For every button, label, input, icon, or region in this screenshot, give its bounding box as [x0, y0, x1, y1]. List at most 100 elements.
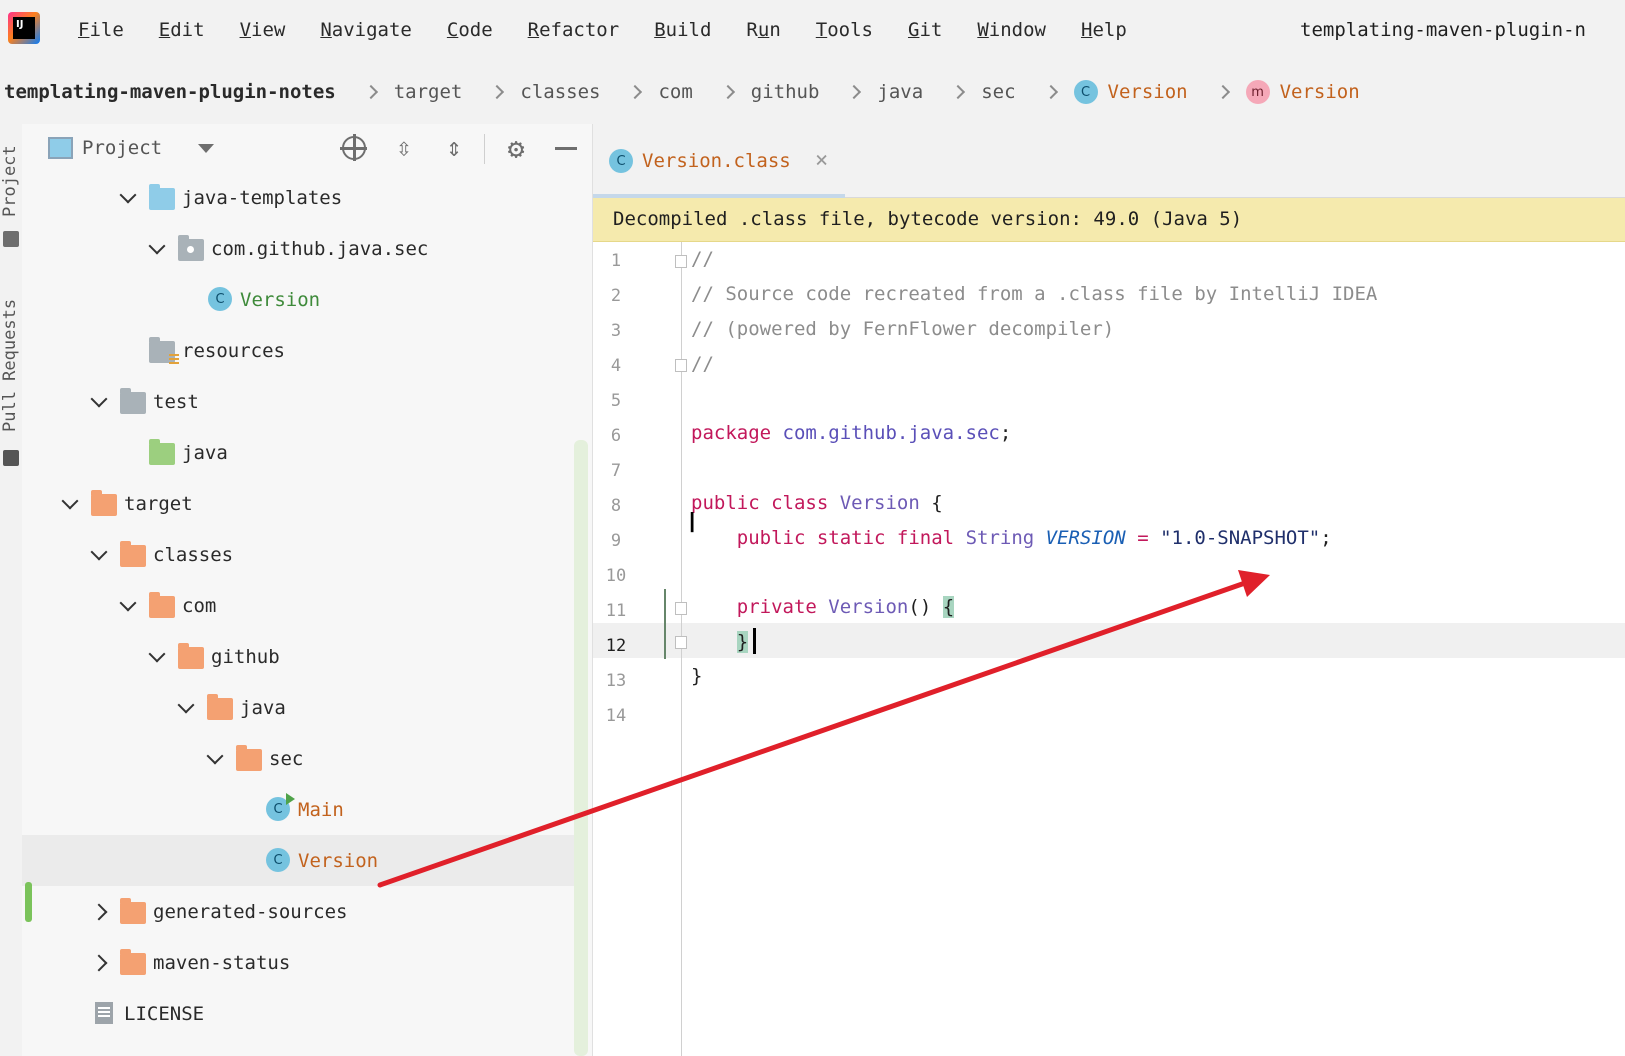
pull-request-icon[interactable]: [3, 450, 19, 466]
chevron-right-icon[interactable]: [90, 903, 108, 921]
code-line-8[interactable]: public class Version {: [691, 492, 943, 514]
chevron-down-icon[interactable]: [198, 144, 214, 153]
tree-node-license[interactable]: LICENSE: [22, 988, 574, 1039]
class-icon: C: [1073, 80, 1098, 104]
code-line-4[interactable]: //: [691, 353, 714, 375]
breadcrumb-item[interactable]: target: [394, 81, 463, 103]
code-line-3[interactable]: // (powered by FernFlower decompiler): [691, 318, 1114, 340]
breadcrumb-item[interactable]: java: [877, 81, 923, 103]
menu-tools[interactable]: Tools: [816, 0, 873, 60]
code-line-9[interactable]: public static final String VERSION = "1.…: [691, 527, 1332, 549]
code-line-6[interactable]: package com.github.java.sec;: [691, 422, 1011, 444]
breadcrumb-method[interactable]: m Version: [1245, 80, 1360, 104]
chevron-down-icon[interactable]: [90, 543, 108, 564]
editor-tab-bar: C Version.class ×: [593, 124, 1625, 198]
tree-node-label: target: [124, 492, 193, 515]
editor-tab-version-class[interactable]: C Version.class ×: [593, 124, 845, 198]
tree-node-test[interactable]: test: [22, 376, 574, 427]
text-caret: [753, 628, 756, 654]
source-folder-icon: [149, 184, 175, 210]
hide-icon[interactable]: [552, 134, 580, 162]
code-line-12[interactable]: }: [691, 631, 749, 653]
chevron-right-icon: [1043, 84, 1058, 100]
tree-node-generated-sources[interactable]: generated-sources: [22, 886, 574, 937]
line-number: 10: [605, 566, 627, 586]
punctuation: (): [908, 596, 932, 618]
decompiled-banner: Decompiled .class file, bytecode version…: [593, 198, 1625, 242]
tree-node-package[interactable]: com.github.java.sec: [22, 223, 574, 274]
tree-node-test-java[interactable]: java: [22, 427, 574, 478]
menu-label: elp: [1092, 19, 1127, 41]
menu-mnemonic: N: [320, 19, 332, 41]
menu-items: File Edit View Navigate Code Refactor Bu…: [78, 0, 1162, 60]
menu-navigate[interactable]: Navigate: [320, 0, 412, 60]
tree-node-label: com.github.java.sec: [211, 237, 429, 260]
tree-node-label: java: [182, 441, 228, 464]
chevron-down-icon[interactable]: [61, 492, 79, 513]
fold-marker-icon[interactable]: [675, 636, 687, 649]
tree-node-main[interactable]: C Main: [22, 784, 574, 835]
code-line-11[interactable]: private Version() {: [691, 596, 955, 618]
tree-node-java-templates[interactable]: java-templates: [22, 172, 574, 223]
locate-icon[interactable]: [340, 134, 368, 162]
tree-scrollbar[interactable]: [574, 440, 588, 1056]
intellij-logo-icon[interactable]: IJ: [8, 12, 40, 44]
code-line-13[interactable]: }: [691, 665, 702, 687]
tree-node-maven-status[interactable]: maven-status: [22, 937, 574, 988]
chevron-down-icon[interactable]: [177, 696, 195, 717]
tree-node-com[interactable]: com: [22, 580, 574, 631]
expand-all-icon[interactable]: ⇳: [390, 133, 418, 163]
fold-marker-icon[interactable]: [675, 359, 687, 372]
project-panel-title[interactable]: Project: [82, 124, 162, 172]
chevron-right-icon: [490, 84, 505, 100]
chevron-down-icon[interactable]: [206, 747, 224, 768]
chevron-down-icon[interactable]: [119, 594, 137, 615]
chevron-right-icon[interactable]: [90, 954, 108, 972]
chevron-down-icon[interactable]: [148, 645, 166, 666]
pull-requests-tool-tab[interactable]: Pull Requests: [0, 290, 22, 440]
line-number-gutter: 1 2 3 4 5 6 7 8 9 10 11 12 13 14: [593, 242, 681, 1056]
menu-view[interactable]: View: [240, 0, 286, 60]
project-tool-tab[interactable]: Project: [0, 138, 22, 224]
keyword: public static final: [736, 527, 955, 549]
menu-refactor[interactable]: Refactor: [528, 0, 620, 60]
menu-run[interactable]: Run: [746, 0, 780, 60]
tree-node-target[interactable]: target: [22, 478, 574, 529]
tree-node-java[interactable]: java: [22, 682, 574, 733]
breadcrumb-root[interactable]: templating-maven-plugin-notes: [4, 81, 336, 103]
close-icon[interactable]: ×: [815, 124, 828, 198]
menu-code[interactable]: Code: [447, 0, 493, 60]
menu-window[interactable]: Window: [977, 0, 1046, 60]
menu-git[interactable]: Git: [908, 0, 942, 60]
fold-marker-icon[interactable]: [675, 602, 687, 615]
menu-label: ode: [458, 19, 493, 41]
code-line-2[interactable]: // Source code recreated from a .class f…: [691, 283, 1377, 305]
menu-mnemonic: R: [527, 19, 540, 41]
menu-help[interactable]: Help: [1081, 0, 1127, 60]
menu-build[interactable]: Build: [654, 0, 711, 60]
tree-node-version-template[interactable]: C Version: [22, 274, 574, 325]
tree-node-resources[interactable]: resources: [22, 325, 574, 376]
collapse-all-icon[interactable]: ⇕: [440, 133, 468, 163]
tree-node-classes[interactable]: classes: [22, 529, 574, 580]
folder-icon[interactable]: [3, 231, 19, 247]
menu-edit[interactable]: Edit: [159, 0, 205, 60]
breadcrumb-item[interactable]: sec: [981, 81, 1015, 103]
menu-mnemonic: E: [158, 19, 171, 41]
chevron-down-icon[interactable]: [148, 237, 166, 258]
tree-node-label: test: [153, 390, 199, 413]
tree-node-sec[interactable]: sec: [22, 733, 574, 784]
tree-node-github[interactable]: github: [22, 631, 574, 682]
chevron-down-icon[interactable]: [90, 390, 108, 411]
breadcrumb-class[interactable]: C Version: [1073, 80, 1188, 104]
breadcrumb-item[interactable]: com: [658, 81, 692, 103]
fold-marker-icon[interactable]: [675, 255, 687, 268]
menu-file[interactable]: File: [78, 0, 124, 60]
chevron-down-icon[interactable]: [119, 186, 137, 207]
breadcrumb-item[interactable]: classes: [520, 81, 600, 103]
tree-node-version-class[interactable]: C Version: [22, 835, 574, 886]
breadcrumb-item[interactable]: github: [751, 81, 820, 103]
keyword: package: [691, 422, 772, 444]
code-line-1[interactable]: //: [691, 248, 714, 270]
gear-icon[interactable]: ⚙: [502, 132, 530, 165]
